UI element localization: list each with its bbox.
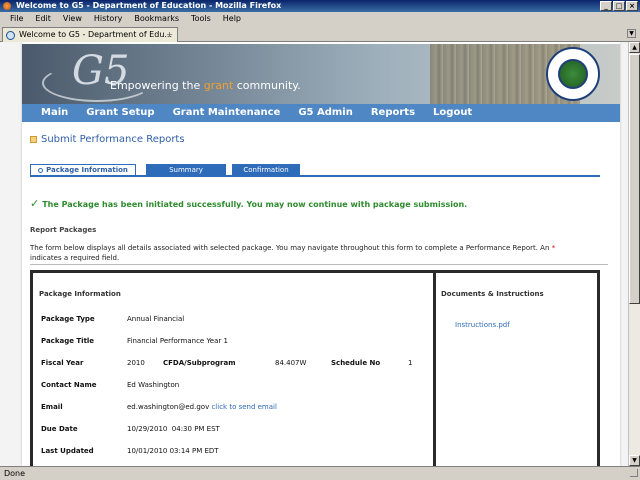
cfda-label: CFDA/Subprogram xyxy=(163,359,236,367)
menu-bookmarks[interactable]: Bookmarks xyxy=(128,12,185,26)
scroll-down-icon[interactable]: ▼ xyxy=(629,455,640,466)
close-button[interactable]: × xyxy=(626,1,638,11)
g5-banner: G5 Empowering the grant community. xyxy=(22,44,620,104)
tab-radio-icon xyxy=(38,167,44,173)
tab-package-information[interactable]: Package Information xyxy=(30,164,136,176)
menu-view[interactable]: View xyxy=(57,12,88,26)
vertical-scrollbar[interactable]: ▲ ▼ xyxy=(628,42,640,466)
email-value: ed.washington@ed.gov xyxy=(127,403,210,411)
menu-help[interactable]: Help xyxy=(217,12,247,26)
tagline: Empowering the grant community. xyxy=(110,79,301,92)
package-title-label: Package Title xyxy=(41,337,95,345)
nav-grant-setup[interactable]: Grant Setup xyxy=(77,104,163,122)
menu-history[interactable]: History xyxy=(88,12,128,26)
email-label: Email xyxy=(41,403,63,411)
package-form: Package Information Package Type Annual … xyxy=(30,270,600,466)
menu-bar: File Edit View History Bookmarks Tools H… xyxy=(0,12,640,26)
main-nav: Main Grant Setup Grant Maintenance G5 Ad… xyxy=(22,104,620,122)
documents-heading: Documents & Instructions xyxy=(441,290,544,298)
page-favicon-icon xyxy=(6,31,15,40)
maximize-button[interactable]: □ xyxy=(613,1,625,11)
minimize-button[interactable]: _ xyxy=(600,1,612,11)
status-bar: Done xyxy=(0,466,640,480)
window-controls: _ □ × xyxy=(600,1,638,11)
tab-summary[interactable]: Summary xyxy=(146,164,226,176)
nav-g5-admin[interactable]: G5 Admin xyxy=(289,104,362,122)
contact-value: Ed Washington xyxy=(127,381,180,389)
browser-tab[interactable]: Welcome to G5 - Department of Edu... + xyxy=(2,27,178,42)
package-info-heading: Package Information xyxy=(39,290,121,298)
divider xyxy=(30,264,608,265)
cfda-value: 84.407W xyxy=(275,359,307,367)
nav-reports[interactable]: Reports xyxy=(362,104,424,122)
required-mark: * xyxy=(551,244,556,252)
department-seal-icon xyxy=(546,47,600,101)
last-updated-value: 10/01/2010 03:14 PM EDT xyxy=(127,447,219,455)
menu-edit[interactable]: Edit xyxy=(29,12,57,26)
firefox-icon xyxy=(3,2,11,10)
menu-tools[interactable]: Tools xyxy=(185,12,217,26)
scroll-up-icon[interactable]: ▲ xyxy=(629,42,640,53)
nav-logout[interactable]: Logout xyxy=(424,104,481,122)
send-email-link[interactable]: click to send email xyxy=(211,403,276,411)
status-text: Done xyxy=(4,469,26,478)
tab-list-icon[interactable]: ▼ xyxy=(627,29,636,38)
content-viewport: G5 Empowering the grant community. Main … xyxy=(0,42,628,466)
due-date-label: Due Date xyxy=(41,425,78,433)
page-container: G5 Empowering the grant community. Main … xyxy=(22,42,620,466)
checkmark-icon: ✓ xyxy=(30,197,40,210)
page-title: Submit Performance Reports xyxy=(30,134,185,145)
last-updated-label: Last Updated xyxy=(41,447,94,455)
fiscal-year-label: Fiscal Year xyxy=(41,359,84,367)
section-heading: Report Packages xyxy=(30,226,97,234)
browser-tab-title: Welcome to G5 - Department of Edu... xyxy=(19,30,173,39)
due-date-value: 10/29/2010 04:30 PM EST xyxy=(127,425,220,433)
resize-grip-icon[interactable] xyxy=(630,469,638,477)
contact-label: Contact Name xyxy=(41,381,97,389)
instructions-pdf-link[interactable]: Instructions.pdf xyxy=(455,321,510,329)
page-title-icon xyxy=(30,135,37,143)
fiscal-year-value: 2010 xyxy=(127,359,145,367)
browser-tab-bar: Welcome to G5 - Department of Edu... + ▼ xyxy=(0,26,640,42)
tab-close-icon[interactable]: + xyxy=(166,28,173,42)
nav-grant-maintenance[interactable]: Grant Maintenance xyxy=(164,104,290,122)
package-type-value: Annual Financial xyxy=(127,315,185,323)
tab-confirmation[interactable]: Confirmation xyxy=(232,164,300,176)
email-row: ed.washington@ed.gov click to send email xyxy=(127,403,277,411)
menu-file[interactable]: File xyxy=(4,12,29,26)
window-titlebar: Welcome to G5 - Department of Education … xyxy=(0,0,640,12)
schedule-label: Schedule No xyxy=(331,359,381,367)
scrollbar-thumb[interactable] xyxy=(629,54,640,304)
success-message: ✓ The Package has been initiated successf… xyxy=(30,197,468,210)
schedule-value: 1 xyxy=(408,359,413,367)
package-title-value: Financial Performance Year 1 xyxy=(127,337,228,345)
window-title: Welcome to G5 - Department of Education … xyxy=(16,1,282,10)
nav-main[interactable]: Main xyxy=(32,104,77,122)
package-tabs: Package Information Summary Confirmation xyxy=(30,164,600,177)
form-description: The form below displays all details asso… xyxy=(30,244,556,262)
form-divider xyxy=(433,273,436,466)
package-type-label: Package Type xyxy=(41,315,95,323)
